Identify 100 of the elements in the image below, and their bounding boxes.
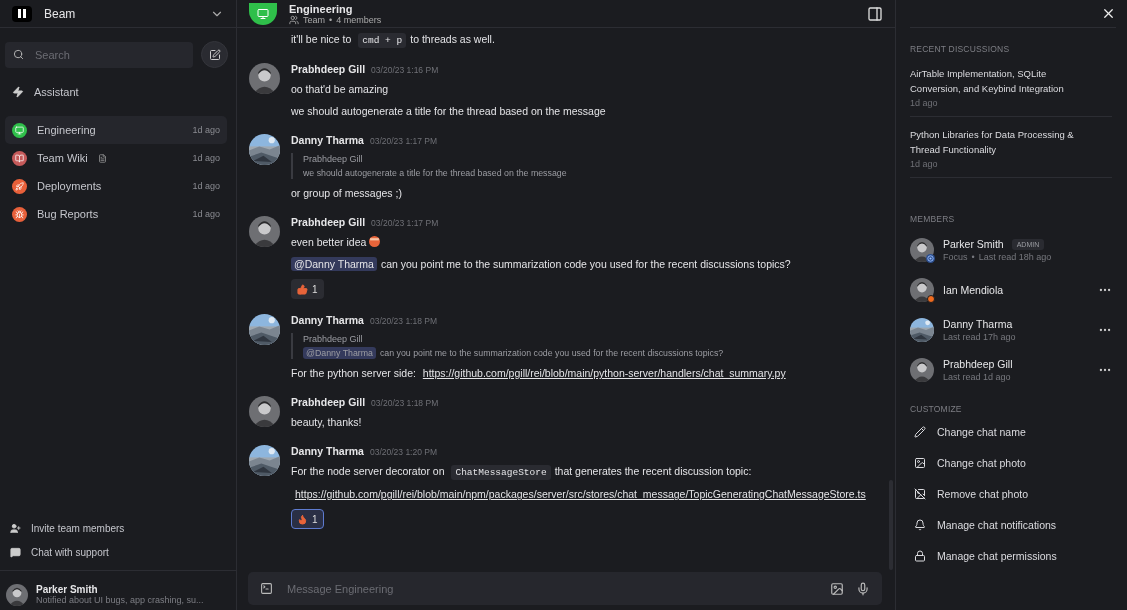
author-name: Prabhdeep Gill: [291, 63, 366, 75]
quote-text: we should autogenerate a title for the thread based on the message: [303, 168, 567, 178]
workspace-name[interactable]: Beam: [44, 6, 198, 21]
member-name: Ian Mendiola: [943, 284, 1004, 296]
message-text: For the node server decorator on: [291, 465, 446, 477]
reaction-button[interactable]: 1: [291, 279, 324, 299]
message-time: 03/20/23 1:16 PM: [371, 65, 439, 75]
side-panel-icon[interactable]: [867, 5, 883, 22]
author-name: Prabhdeep Gill: [291, 396, 366, 408]
message-time: 03/20/23 1:17 PM: [371, 218, 439, 228]
thumbs-up-icon: [297, 283, 308, 295]
channel-name: Engineering: [37, 124, 96, 136]
author-name: Danny Tharma: [291, 314, 364, 326]
channel-name: Bug Reports: [37, 208, 99, 220]
focus-icon: [926, 254, 935, 263]
member-name: Parker Smith: [943, 238, 1004, 250]
mention[interactable]: @Danny Tharma: [303, 347, 376, 359]
author-name: Danny Tharma: [291, 134, 364, 146]
link[interactable]: https://github.com/pgill/rei/blob/main/python-server/handlers/chat_summary.py: [422, 367, 786, 379]
message-text: even better idea: [291, 236, 368, 248]
member-name: Danny Tharma: [943, 318, 1013, 330]
message-time: 03/20/23 1:18 PM: [371, 398, 439, 408]
chat-title: Engineering: [289, 2, 354, 15]
message-text: it'll be nice to: [291, 33, 353, 45]
channel-time: 1d ago: [192, 153, 220, 163]
section-heading: CUSTOMIZE: [910, 404, 963, 414]
section-heading: RECENT DISCUSSIONS: [910, 44, 1011, 54]
channel-item[interactable]: Engineering 1d ago: [5, 116, 227, 144]
channel-item[interactable]: Bug Reports 1d ago: [5, 200, 227, 228]
last-read: Last read 18h ago: [978, 252, 1052, 262]
quote-author: Prabhdeep Gill: [303, 334, 364, 344]
message-composer[interactable]: Message Engineering: [248, 572, 882, 605]
author-name: Danny Tharma: [291, 445, 364, 457]
lightning-icon: [12, 86, 24, 98]
terminal-icon[interactable]: [260, 582, 273, 595]
image-off-icon: [914, 487, 926, 500]
message-text: For the python server side:: [291, 367, 417, 379]
support-chat-icon: [10, 546, 21, 558]
users-icon: [289, 14, 299, 25]
channel-item[interactable]: Deployments 1d ago: [5, 172, 227, 200]
channel-name: Team Wiki: [37, 152, 88, 164]
pencil-icon: [914, 425, 926, 438]
last-read: Last read 1d ago: [943, 372, 1011, 382]
customize-item[interactable]: Remove chat photo: [910, 478, 1112, 509]
inline-code: ChatMessageStore: [451, 465, 551, 480]
separator: •: [329, 14, 333, 25]
discussion-title[interactable]: AirTable Implementation, SQLite Conversion, and Keybind Integration: [910, 66, 1080, 96]
assistant-item[interactable]: Assistant: [5, 78, 227, 106]
discussion-time: 1d ago: [910, 98, 939, 108]
message-field[interactable]: Message Engineering: [285, 581, 818, 596]
channel-time: 1d ago: [192, 181, 220, 191]
add-user-icon: [10, 522, 21, 534]
compose-button[interactable]: [201, 41, 228, 68]
chat-kind: Team: [303, 14, 325, 25]
image-icon[interactable]: [830, 581, 844, 596]
separator: •: [971, 252, 975, 262]
customize-item[interactable]: Change chat photo: [910, 447, 1112, 478]
mention[interactable]: @Danny Tharma: [291, 257, 377, 271]
close-icon[interactable]: [1101, 6, 1116, 21]
message-text: beauty, thanks!: [291, 415, 363, 430]
channel-time: 1d ago: [192, 209, 220, 219]
customize-item[interactable]: Change chat name: [910, 416, 1112, 447]
monitor-icon: [249, 2, 277, 25]
customize-item[interactable]: Manage chat permissions: [910, 540, 1112, 571]
discussion-title[interactable]: Python Libraries for Data Processing & Thread Functionality: [910, 127, 1080, 157]
channel-item[interactable]: Team Wiki 1d ago: [5, 144, 227, 172]
channel-name: Deployments: [37, 180, 102, 192]
user-name: Parker Smith: [36, 584, 99, 595]
message-text: or group of messages ;): [291, 186, 403, 201]
message-time: 03/20/23 1:20 PM: [369, 447, 438, 457]
quote-text: can you point me to the summarization code you used for the recent discussions topics?: [379, 348, 724, 358]
message-time: 03/20/23 1:17 PM: [369, 136, 438, 146]
message-text: that generates the recent discussion topic:: [554, 465, 752, 477]
message-text: can you point me to the summarization code you used for the recent discussions topics?: [380, 258, 791, 270]
lock-icon: [914, 549, 926, 562]
microphone-icon[interactable]: [856, 581, 870, 596]
sidebar-action[interactable]: Invite team members: [0, 516, 236, 540]
search-field[interactable]: Search: [5, 41, 193, 68]
message-text: oo that'd be amazing: [291, 82, 390, 97]
member-status: Focus: [943, 252, 968, 262]
user-status: Notified about UI bugs, app crashing, su...: [36, 595, 204, 605]
bell-icon: [914, 518, 926, 531]
image-icon: [914, 456, 926, 469]
sidebar-action[interactable]: Chat with support: [0, 540, 236, 564]
message-text: we should autogenerate a title for the thread based on the message: [291, 104, 606, 119]
logo-icon: [12, 5, 32, 22]
discussion-time: 1d ago: [910, 159, 939, 169]
emoji-icon: [369, 236, 381, 247]
section-heading: MEMBERS: [910, 214, 956, 224]
last-read: Last read 17h ago: [943, 332, 1016, 342]
compose-icon: [208, 48, 221, 61]
fire-icon: [297, 513, 308, 525]
member-name: Prabhdeep Gill: [943, 358, 1013, 370]
customize-item[interactable]: Manage chat notifications: [910, 509, 1112, 540]
author-name: Prabhdeep Gill: [291, 216, 366, 228]
member-count: 4 members: [336, 14, 382, 25]
reaction-button[interactable]: 1: [291, 509, 324, 529]
channel-time: 1d ago: [192, 125, 220, 135]
search-icon: [13, 48, 24, 60]
link[interactable]: https://github.com/pgill/rei/blob/main/npm/packages/server/src/stores/chat_message/TopicGeneratingChatMessageStore.ts: [295, 488, 866, 500]
